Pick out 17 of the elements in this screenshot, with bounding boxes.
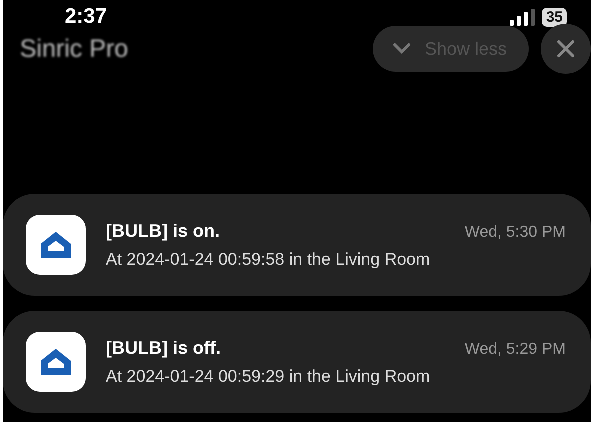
notification-title: [BULB] is off.	[106, 338, 221, 358]
battery-level: 35	[542, 8, 567, 26]
notification-body: At 2024-01-24 00:59:58 in the Living Room	[106, 250, 432, 270]
notification-body: At 2024-01-24 00:59:29 in the Living Room	[106, 366, 432, 386]
notification-card[interactable]: [BULB] is on. Wed, 5:30 PM At 2024-01-24 00:59:58 in the Living Room	[3, 194, 591, 296]
chevron-down-icon	[392, 43, 411, 55]
app-icon	[26, 215, 86, 275]
notification-title: [BULB] is on.	[106, 220, 220, 242]
notification-time: Wed, 5:29 PM	[464, 340, 566, 358]
close-icon	[557, 40, 575, 58]
close-button[interactable]	[541, 24, 591, 74]
signal-icon	[510, 8, 536, 26]
app-name: Sinric Pro	[20, 34, 128, 64]
notification-card[interactable]: [BULB] is off. Wed, 5:29 PM At 2024-01-24 00:59:29 in the Living Room	[3, 311, 591, 413]
notification-time: Wed, 5:30 PM	[464, 224, 566, 242]
app-icon	[26, 332, 86, 392]
clock-time: 2:37	[65, 5, 108, 29]
